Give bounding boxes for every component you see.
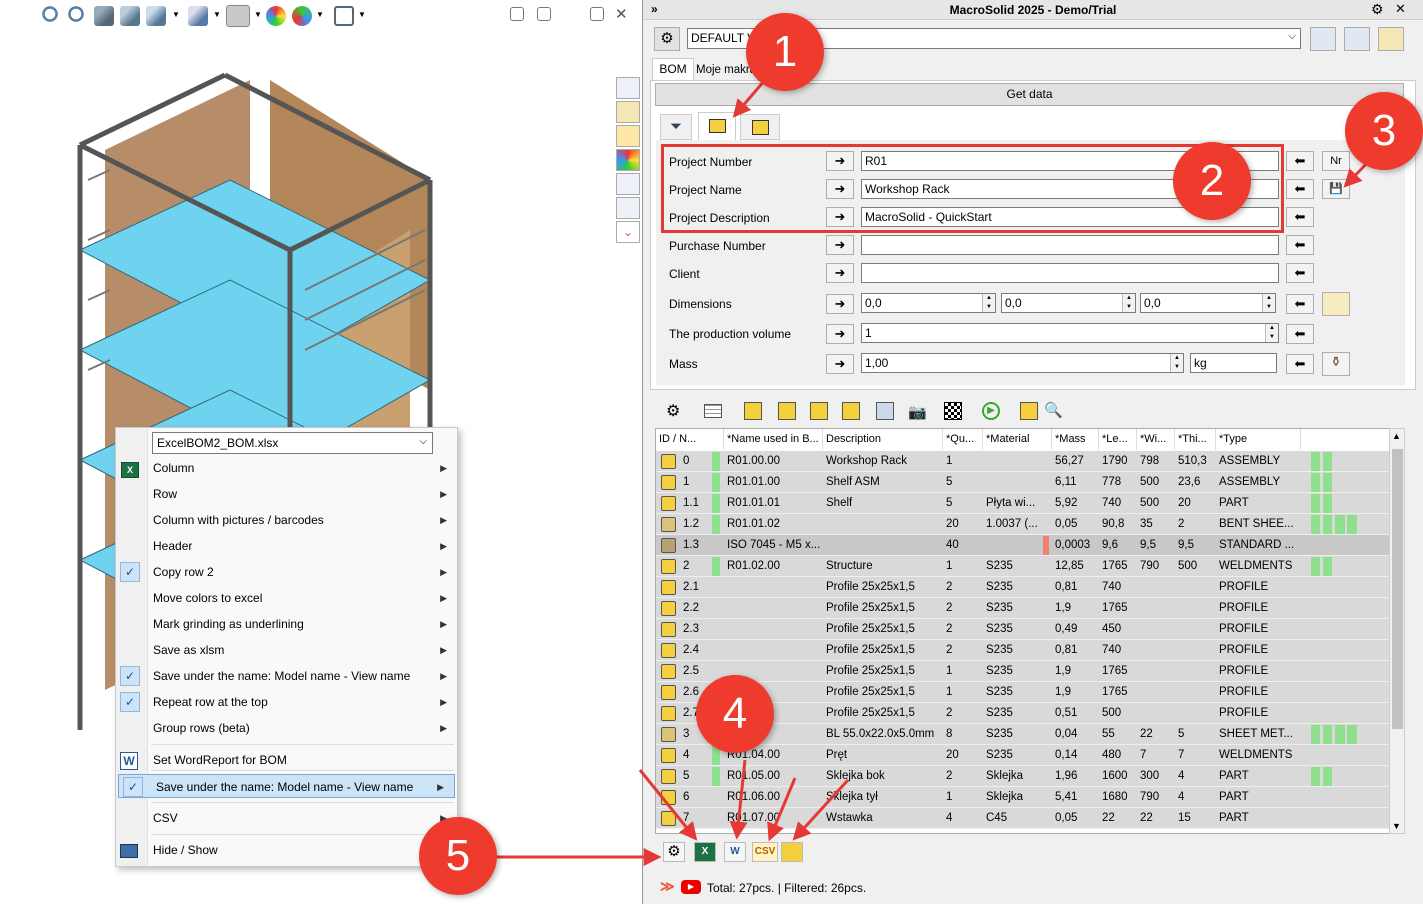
callout-5: 5: [419, 817, 497, 895]
callout-2: 2: [1173, 142, 1251, 220]
callout-5-label: 5: [445, 831, 471, 880]
annotation-arrows: [490, 79, 1372, 866]
callout-1-label: 1: [772, 27, 798, 76]
callout-2-label: 2: [1199, 156, 1225, 205]
callout-3-label: 3: [1371, 106, 1397, 155]
callout-4: 4: [696, 675, 774, 753]
callout-3: 3: [1345, 92, 1423, 170]
callout-4-label: 4: [722, 689, 748, 738]
callout-1: 1: [746, 13, 824, 91]
